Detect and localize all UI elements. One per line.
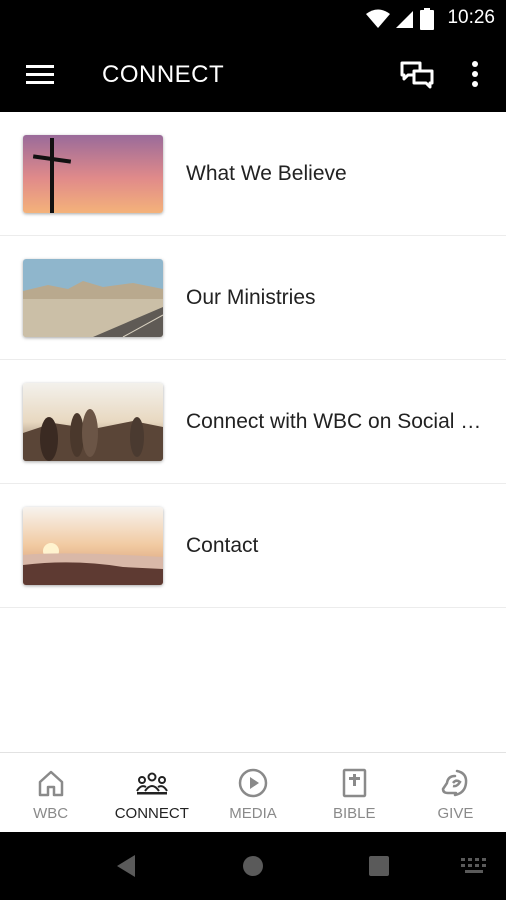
- recents-icon[interactable]: [369, 856, 389, 876]
- friends-sunset-thumbnail: [23, 383, 163, 461]
- back-icon[interactable]: [115, 854, 137, 878]
- menu-icon[interactable]: [26, 62, 54, 88]
- sunrise-clouds-thumbnail: [23, 507, 163, 585]
- page-title: CONNECT: [102, 61, 225, 88]
- signal-icon: [396, 11, 413, 28]
- give-icon: [442, 769, 468, 797]
- tab-give[interactable]: GIVE: [405, 753, 506, 833]
- tab-wbc[interactable]: WBC: [0, 753, 101, 833]
- home-button-icon[interactable]: [242, 855, 264, 877]
- tab-label: WBC: [33, 805, 69, 822]
- play-icon: [238, 768, 268, 798]
- tab-media[interactable]: MEDIA: [202, 753, 303, 833]
- list-item-label: What We Believe: [186, 162, 347, 185]
- tab-label: CONNECT: [114, 805, 189, 822]
- list-item-what-we-believe[interactable]: What We Believe: [0, 112, 506, 236]
- home-icon: [38, 770, 63, 797]
- list-item-label: Our Ministries: [186, 286, 316, 309]
- more-options-icon[interactable]: [466, 59, 484, 91]
- clock: 10:26: [447, 7, 495, 28]
- tab-connect[interactable]: CONNECT: [101, 753, 202, 833]
- desert-road-thumbnail: [23, 259, 163, 337]
- bible-icon: [342, 768, 367, 798]
- bottom-navigation: WBC CONNECT MEDIA BIBLE GIVE: [0, 752, 506, 833]
- status-icons: [366, 8, 434, 30]
- tab-label: GIVE: [437, 805, 474, 822]
- list-item-our-ministries[interactable]: Our Ministries: [0, 236, 506, 360]
- keyboard-icon[interactable]: [461, 858, 487, 874]
- tab-bible[interactable]: BIBLE: [304, 753, 405, 833]
- tab-label: MEDIA: [229, 805, 277, 822]
- tab-label: BIBLE: [332, 805, 376, 822]
- list-item-label: Connect with WBC on Social Media: [186, 410, 486, 433]
- list-item-label: Contact: [186, 534, 259, 557]
- list-item-social-media[interactable]: Connect with WBC on Social Media: [0, 360, 506, 484]
- people-icon: [135, 772, 168, 795]
- list-item-contact[interactable]: Contact: [0, 484, 506, 608]
- connect-list: What We Believe Our Ministries Connect w…: [0, 112, 506, 608]
- app-bar: CONNECT: [0, 37, 506, 112]
- system-navigation-bar: [0, 832, 506, 900]
- wifi-icon: [366, 9, 390, 28]
- battery-icon: [420, 8, 434, 30]
- chat-icon[interactable]: [400, 61, 434, 91]
- cross-sunset-thumbnail: [23, 135, 163, 213]
- status-bar: 10:26: [0, 0, 506, 37]
